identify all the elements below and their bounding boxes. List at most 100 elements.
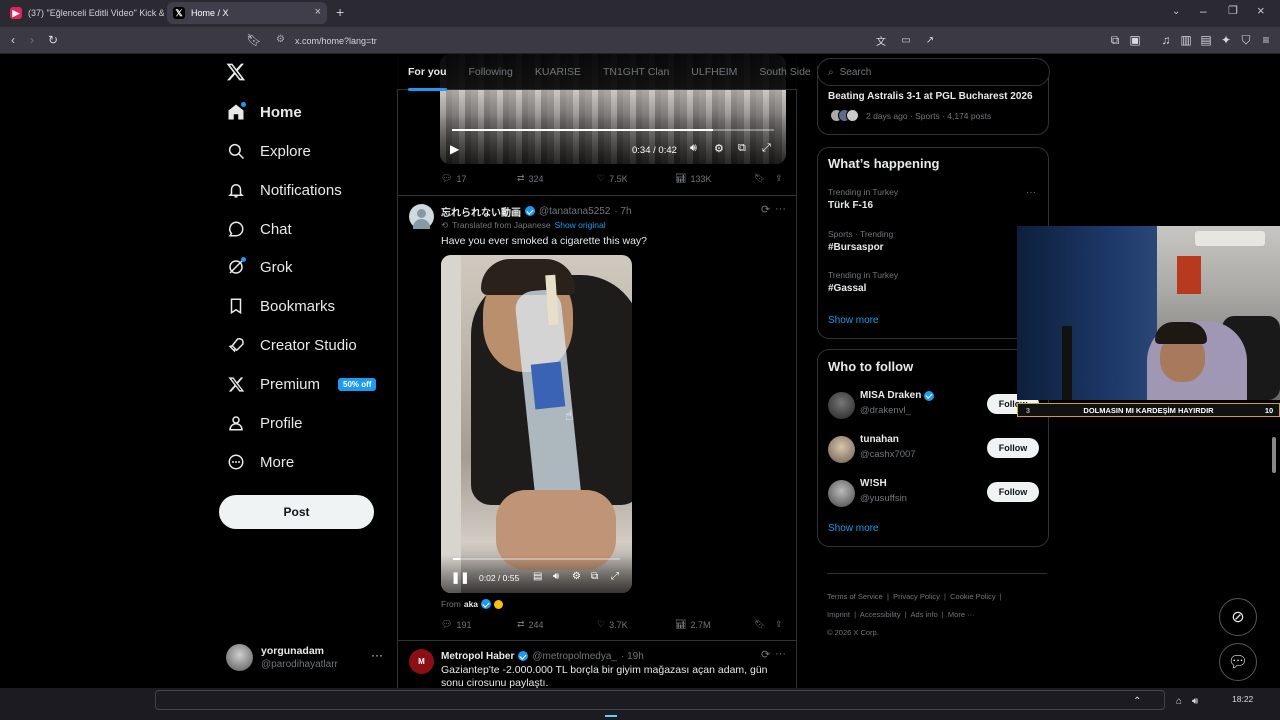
video-progress-track[interactable] [453,558,620,560]
site-info-icon[interactable]: ⚙ [276,34,285,45]
trend-item[interactable]: Trending in Turkey #Gassal [818,268,1050,306]
post-button[interactable]: Post [219,495,374,529]
nav-item-chat[interactable]: Chat [226,213,292,245]
nav-item-profile[interactable]: Profile [226,407,303,439]
reply-button[interactable]: 💬︎ 191 [441,619,471,630]
captions-icon[interactable]: ▤ [533,571,542,582]
minimize-icon[interactable]: – [1200,4,1207,18]
follow-suggestion[interactable]: tunahan @cashx7007 Follow [818,432,1050,468]
reload-icon[interactable]: ↻ [45,32,61,48]
messages-floating-button[interactable]: 💬︎ [1219,643,1257,681]
leo-icon[interactable]: ✦ [1218,32,1234,48]
more-link[interactable]: More ··· [948,610,975,619]
play-icon[interactable]: ▶ [450,142,459,156]
follow-button[interactable]: Follow [987,438,1039,458]
like-button[interactable]: ♡ 3.7K [597,619,628,630]
post-video[interactable]: ❚❚ 0:02 / 0:55 ▤ 🔊︎ ⚙ ⧉ ⤢ ☝︎ [441,255,632,593]
nav-item-premium[interactable]: Premium 50% off [226,368,377,400]
post-time[interactable]: · 19h [621,651,644,662]
follow-suggestion[interactable]: W!SH @yusuffsin Follow [818,476,1050,512]
tab-kuarise[interactable]: KUARISE [524,66,592,78]
terms-link[interactable]: Terms of Service [827,592,883,601]
repost-button[interactable]: ⇄ 244 [517,619,544,630]
share-button[interactable]: ⇪ [775,619,783,630]
pip-icon[interactable]: ⧉ [738,142,746,155]
share-button[interactable]: ⇪ [775,173,783,184]
more-dots-icon[interactable]: ··· [775,648,786,660]
more-dots-icon[interactable]: ··· [371,648,383,662]
author-handle[interactable]: @tanatana5252 [539,206,610,217]
ads-info-link[interactable]: Ads info [911,610,938,619]
views-button[interactable]: 📊︎ 133K [675,173,711,184]
like-button[interactable]: ♡ 7.5K [597,173,628,184]
imprint-link[interactable]: Imprint [827,610,850,619]
music-icon[interactable]: ♫ [1158,32,1174,48]
network-icon[interactable]: ⌂ [1176,696,1182,707]
post-time[interactable]: · 7h [614,206,631,217]
avatar[interactable]: M [409,649,434,674]
nav-item-bookmarks[interactable]: Bookmarks [226,290,335,322]
author-handle[interactable]: @metropolmedya_ [532,651,617,662]
tab-tn1ght-clan[interactable]: TN1GHT Clan [592,66,680,78]
repost-button[interactable]: ⇄ 324 [517,173,544,184]
grok-floating-button[interactable]: ⊘ [1219,598,1257,636]
grok-icon[interactable]: ⟳ [761,203,770,216]
author-name[interactable]: 忘れられない動画 [441,204,521,219]
menu-icon[interactable]: ≡ [1258,32,1274,48]
show-original-link[interactable]: Show original [555,220,606,231]
nav-item-explore[interactable]: Explore [226,135,311,167]
tray-chevron-icon[interactable]: ⌃ [1133,696,1141,707]
fullscreen-icon[interactable]: ⤢ [611,571,619,582]
more-dots-icon[interactable]: ··· [775,203,786,215]
pause-icon[interactable]: ❚❚ [451,571,469,584]
window-close-icon[interactable]: × [1257,3,1265,18]
tab-ulfheim[interactable]: ULFHEIM [680,66,748,78]
settings-icon[interactable]: ⚙ [572,571,581,582]
accessibility-link[interactable]: Accessibility [860,610,901,619]
address-bar[interactable]: ⚙ x.com/home?lang=tr [270,31,990,50]
sidebar-icon[interactable]: ▥ [1178,32,1194,48]
follow-suggestion[interactable]: MISA Draken @drakenvl_ Follow [818,388,1050,424]
show-more-link[interactable]: Show more [828,523,879,534]
author-name[interactable]: Metropol Haber [441,651,514,662]
show-more-link[interactable]: Show more [828,315,879,326]
trend-item[interactable]: Trending in Turkey Türk F-16 ··· [818,185,1050,223]
trend-item[interactable]: Sports · Trending #Bursaspor [818,227,1050,265]
follow-button[interactable]: Follow [987,482,1039,502]
more-dots-icon[interactable]: ··· [1026,187,1036,198]
grok-icon[interactable]: ⟳ [761,648,770,661]
volume-icon[interactable]: 🔊︎ [690,142,697,155]
reply-button[interactable]: 💬︎ 17 [441,173,466,184]
x-logo[interactable] [226,62,246,82]
pip-icon[interactable]: ⧉ [591,571,598,582]
from-account-link[interactable]: aka [464,599,478,609]
tab-list-chevron-icon[interactable]: ⌄ [1172,6,1180,17]
nav-item-more[interactable]: More [226,446,294,478]
tab-for-you[interactable]: For you [397,66,458,91]
page-scrollbar-thumb[interactable] [1272,437,1276,473]
new-tab-icon[interactable]: + [336,4,344,20]
nav-item-creator-studio[interactable]: Creator Studio [226,329,357,361]
fullscreen-icon[interactable]: ⤢ [762,142,771,155]
nav-item-grok[interactable]: Grok [226,251,293,283]
extensions-icon[interactable]: ⧉ [1107,32,1123,48]
forward-icon[interactable]: › [24,32,40,48]
search-input[interactable]: ⌕ Search [817,58,1050,86]
privacy-link[interactable]: Privacy Policy [893,592,940,601]
account-switcher[interactable]: yorgunadam @parodihayatlarr ··· [226,644,386,674]
bookmark-page-icon[interactable]: 🔖︎ [246,32,262,48]
browser-tab-home-x[interactable]: 𝕏 Home / X × [167,2,327,24]
nav-item-home[interactable]: Home [226,96,302,128]
avatar[interactable] [409,204,434,229]
maximize-icon[interactable]: ❐ [1228,4,1238,17]
video-progress-track[interactable] [452,129,774,131]
tab-following[interactable]: Following [458,66,524,78]
back-icon[interactable]: ‹ [5,32,21,48]
wallet-icon[interactable]: ▤ [1198,32,1214,48]
bookmark-button[interactable]: 🔖︎ [754,619,765,630]
nav-item-notifications[interactable]: Notifications [226,174,342,206]
browser-tab-kick[interactable]: ▶ (37) "Eğlenceli Editli Video" Kick & T… [4,2,164,24]
screenshot-icon[interactable]: ▣ [1127,32,1143,48]
volume-icon[interactable]: 🔊︎ [1192,696,1198,707]
vpn-icon[interactable]: ⛉ [1238,32,1254,48]
